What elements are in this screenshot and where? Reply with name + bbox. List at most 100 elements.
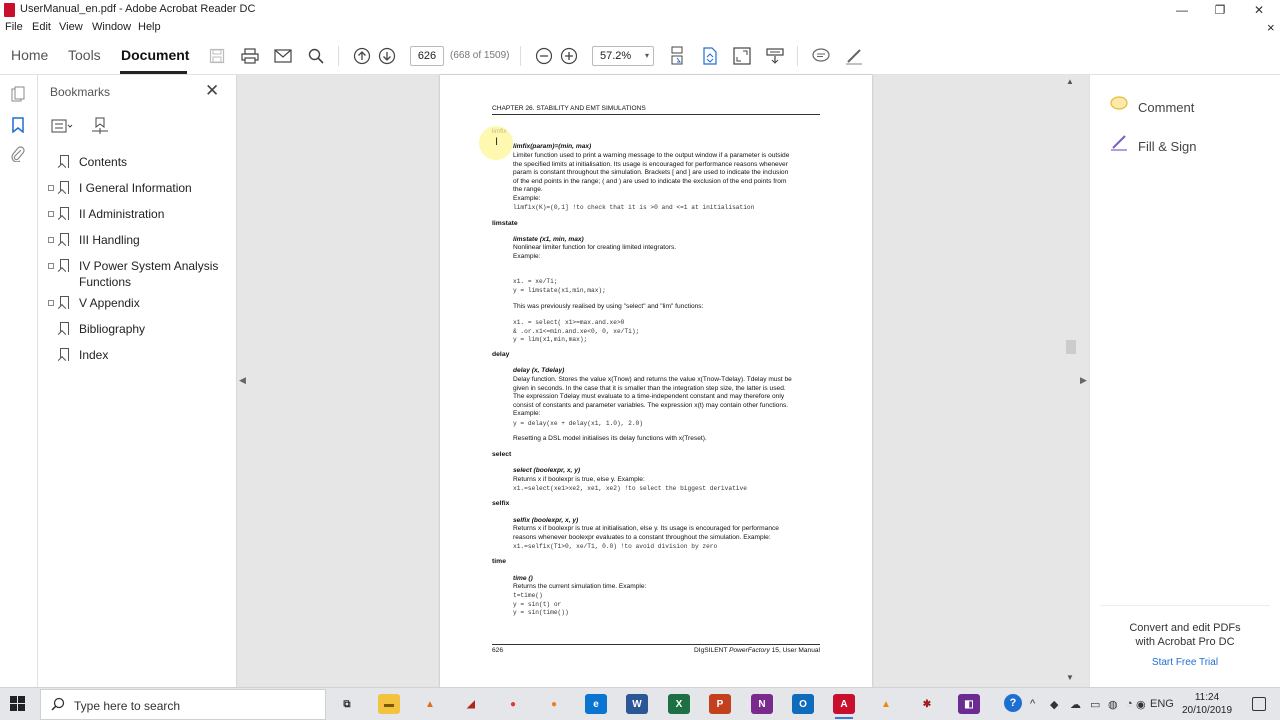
taskbar-outlook-icon[interactable]: O bbox=[792, 694, 814, 714]
bookmark-icon bbox=[60, 348, 69, 361]
code-select: x1.=select(xe1>xe2, xe1, xe2) !to select… bbox=[513, 485, 747, 492]
bookmark-icon bbox=[60, 322, 69, 335]
menu-window[interactable]: Window bbox=[92, 21, 131, 33]
close-window-button[interactable]: ✕ bbox=[1240, 0, 1278, 20]
expand-toggle-icon[interactable] bbox=[48, 185, 54, 191]
comment-icon[interactable] bbox=[810, 45, 832, 67]
input-language[interactable]: ENG bbox=[1150, 698, 1174, 710]
fit-page-icon[interactable] bbox=[699, 45, 721, 67]
taskbar-file-explorer-icon[interactable]: ▬ bbox=[378, 694, 400, 714]
taskbar-chrome-icon[interactable]: ● bbox=[502, 694, 524, 714]
menu-edit[interactable]: Edit bbox=[32, 21, 51, 33]
tray-network-icon[interactable]: ◉ bbox=[1136, 698, 1146, 711]
tray-wifi-icon[interactable]: ◍ bbox=[1108, 698, 1118, 711]
expand-toggle-icon[interactable] bbox=[48, 211, 54, 217]
desc-selfix: Returns x if boolexpr is true at initial… bbox=[513, 525, 779, 541]
tray-help-icon[interactable]: ? bbox=[1004, 694, 1022, 712]
tray-dropbox-icon[interactable]: ◆ bbox=[1050, 698, 1058, 711]
active-tab-indicator bbox=[120, 71, 187, 74]
bookmark-label: II Administration bbox=[79, 207, 165, 221]
tools-pane: Comment Fill & Sign Convert and edit PDF… bbox=[1089, 75, 1280, 687]
tray-battery-icon[interactable]: ▭ bbox=[1090, 698, 1100, 711]
taskbar-onenote-icon[interactable]: N bbox=[751, 694, 773, 714]
left-pane-toggle-icon[interactable]: ◀ bbox=[239, 375, 246, 386]
fill-sign-tool[interactable]: Fill & Sign bbox=[1110, 133, 1197, 155]
taskbar-word-icon[interactable]: W bbox=[626, 694, 648, 714]
text-cursor-icon: I bbox=[495, 136, 499, 148]
minimize-button[interactable]: — bbox=[1163, 0, 1201, 20]
code-limfix: limfix(K)=(0,1] !to check that it is >0 … bbox=[513, 204, 755, 211]
tray-volume-icon[interactable]: ◔ bbox=[1126, 698, 1133, 710]
zoom-in-icon[interactable] bbox=[558, 45, 580, 67]
system-clock[interactable]: 11:24 20/10/2019 bbox=[1178, 691, 1236, 717]
term-limstate: limstate bbox=[492, 220, 518, 227]
tab-document[interactable]: Document bbox=[121, 47, 189, 63]
vertical-scrollbar[interactable]: ▲ ▼ bbox=[1065, 75, 1077, 687]
attachments-icon[interactable] bbox=[9, 145, 27, 163]
expand-toggle-icon[interactable] bbox=[48, 237, 54, 243]
bookmark-icon bbox=[60, 207, 69, 220]
email-icon[interactable] bbox=[272, 45, 294, 67]
right-pane-toggle-icon[interactable]: ▶ bbox=[1080, 375, 1087, 386]
page-number-input[interactable]: 626 bbox=[410, 46, 444, 66]
taskbar-powerpoint-icon[interactable]: P bbox=[709, 694, 731, 714]
taskbar-search-input[interactable]: Type here to search bbox=[40, 689, 326, 720]
expand-bookmark-icon[interactable] bbox=[88, 117, 112, 135]
highlight-pen-icon[interactable] bbox=[843, 45, 865, 67]
bookmark-options-icon[interactable] bbox=[50, 117, 74, 135]
scroll-mode-icon[interactable] bbox=[666, 45, 688, 67]
tab-home[interactable]: Home bbox=[11, 47, 48, 63]
page-thumbnails-icon[interactable] bbox=[9, 85, 27, 103]
full-screen-icon[interactable] bbox=[731, 45, 753, 67]
print-icon[interactable] bbox=[239, 45, 261, 67]
taskbar-acrobat-icon[interactable]: A bbox=[833, 694, 855, 719]
comment-tool[interactable]: Comment bbox=[1110, 96, 1194, 116]
maximize-button[interactable]: ❐ bbox=[1201, 0, 1239, 20]
start-free-trial-link[interactable]: Start Free Trial bbox=[1100, 657, 1270, 668]
pdf-page[interactable]: CHAPTER 26. STABILITY AND EMT SIMULATION… bbox=[440, 75, 872, 687]
taskbar-excel-icon[interactable]: X bbox=[668, 694, 690, 714]
search-icon[interactable] bbox=[305, 45, 327, 67]
zoom-out-icon[interactable] bbox=[533, 45, 555, 67]
navigation-rail bbox=[0, 75, 38, 687]
scroll-down-icon[interactable]: ▼ bbox=[1066, 673, 1074, 682]
windows-start-icon[interactable] bbox=[10, 696, 26, 712]
menu-file[interactable]: File bbox=[5, 21, 23, 33]
zoom-level-select[interactable]: 57.2% ▾ bbox=[592, 46, 654, 66]
expand-toggle-icon[interactable] bbox=[48, 300, 54, 306]
scrollbar-thumb[interactable] bbox=[1066, 340, 1076, 354]
taskbar-firefox-icon[interactable]: ● bbox=[543, 694, 565, 714]
taskbar-app-bug-icon[interactable]: ✱ bbox=[916, 694, 938, 714]
next-page-icon[interactable] bbox=[376, 45, 398, 67]
tray-show-hidden-icon[interactable]: ^ bbox=[1030, 698, 1035, 710]
close-document-icon[interactable]: × bbox=[1267, 20, 1275, 35]
footer-rule bbox=[492, 644, 820, 645]
tray-onedrive-icon[interactable]: ☁ bbox=[1070, 698, 1081, 711]
taskbar-task-view-icon[interactable]: ⧉ bbox=[336, 694, 358, 714]
notifications-icon[interactable] bbox=[1252, 697, 1266, 711]
taskbar-vlc-icon[interactable]: ▲ bbox=[875, 694, 897, 714]
menu-view[interactable]: View bbox=[59, 21, 83, 33]
taskbar-edge-icon[interactable]: e bbox=[585, 694, 607, 714]
code-delay: y = delay(xe + delay(x1, 1.0), 2.0) bbox=[513, 420, 643, 427]
expand-toggle-icon[interactable] bbox=[48, 263, 54, 269]
code-limstate: x1. = xe/Ti; y = limstate(x1,min,max); bbox=[513, 278, 606, 294]
taskbar-app-red-icon[interactable]: ◢ bbox=[460, 694, 482, 714]
menu-help[interactable]: Help bbox=[138, 21, 161, 33]
bookmark-label: IV Power System Analysis Functions bbox=[79, 259, 219, 289]
main-toolbar: Home Tools Document 626 (668 of 1509) 57… bbox=[0, 37, 1280, 75]
previous-page-icon[interactable] bbox=[351, 45, 373, 67]
tab-tools[interactable]: Tools bbox=[68, 47, 101, 63]
taskbar-matlab-icon[interactable]: ▲ bbox=[419, 694, 441, 714]
bookmark-icon bbox=[60, 296, 69, 309]
bookmark-label: I General Information bbox=[79, 181, 192, 195]
taskbar-visual-studio-icon[interactable]: ◧ bbox=[958, 694, 980, 714]
promo-divider bbox=[1100, 605, 1270, 606]
save-icon[interactable] bbox=[206, 45, 228, 67]
scroll-up-icon[interactable]: ▲ bbox=[1066, 77, 1074, 86]
bookmarks-icon[interactable] bbox=[9, 116, 27, 134]
close-icon[interactable]: ✕ bbox=[205, 81, 219, 101]
windows-taskbar: Type here to search ⧉ ▬ ▲ ◢ ● ● e W X P N O A ▲ ✱ ◧ ? ^ ◆… bbox=[0, 687, 1280, 720]
fill-sign-tool-label: Fill & Sign bbox=[1138, 139, 1197, 154]
read-mode-icon[interactable] bbox=[764, 45, 786, 67]
